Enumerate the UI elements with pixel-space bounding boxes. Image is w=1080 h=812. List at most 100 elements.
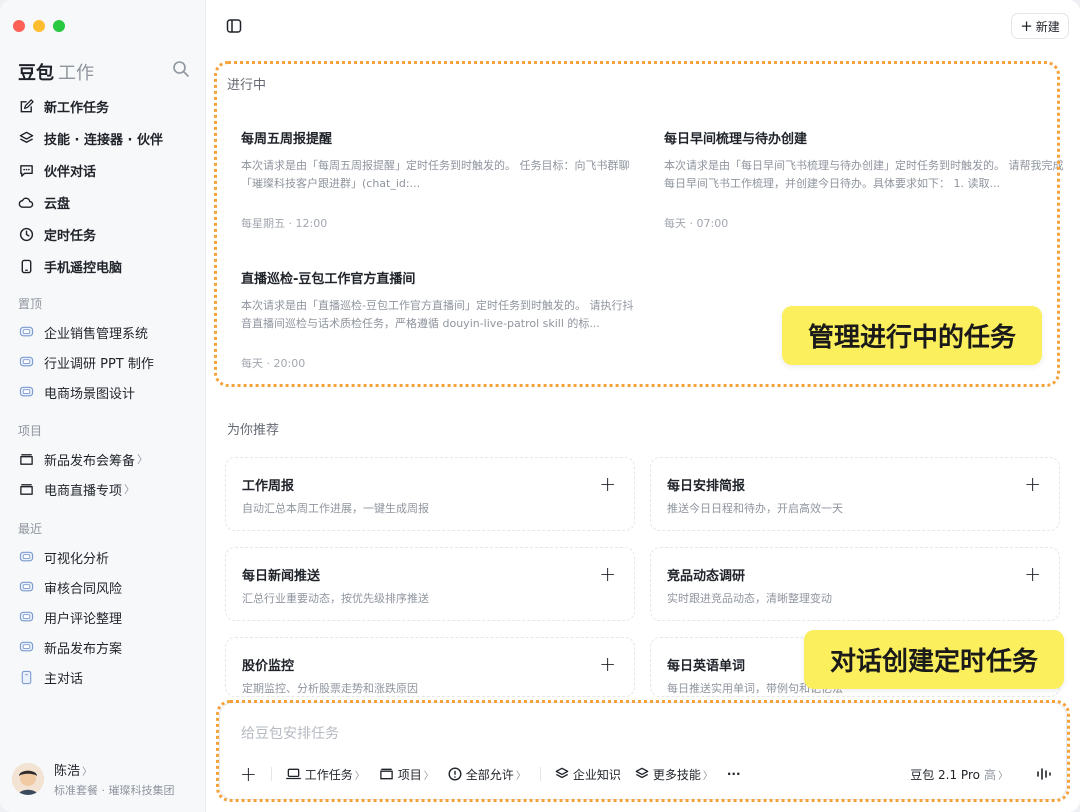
card-title: 每日安排简报 — [667, 479, 746, 494]
recommend-card[interactable]: 每日安排简报 推送今日日程和待办，开启高效一天 + — [650, 457, 1060, 531]
nav-label: 伙伴对话 — [44, 164, 97, 180]
edit-icon — [18, 98, 34, 114]
nav-phone-remote[interactable]: 手机遥控电脑 — [10, 250, 196, 282]
recent-item[interactable]: 用户评论整理 — [10, 602, 196, 632]
recent-list: 可视化分析 审核合同风险 用户评论整理 新品发布方案 主对话 — [10, 542, 196, 692]
app-window: 豆包 工作 新工作任务 技能 · 连接器 · 伙伴 伙伴对话 云盘 定时任务 手… — [0, 0, 1080, 812]
card-title: 竞品动态调研 — [667, 569, 746, 584]
layers-icon — [18, 130, 34, 146]
new-button[interactable]: + 新建 — [1011, 13, 1069, 39]
pinned-item[interactable]: 电商场景图设计 — [10, 377, 196, 407]
item-label: 企业销售管理系统 — [44, 326, 149, 342]
primary-nav: 新工作任务 技能 · 连接器 · 伙伴 伙伴对话 云盘 定时任务 手机遥控电脑 — [10, 90, 196, 282]
card-desc: 推送今日日程和待办，开启高效一天 — [667, 502, 843, 515]
folder-icon — [18, 481, 34, 497]
nav-label: 云盘 — [44, 196, 71, 212]
projects-list: 新品发布会筹备〉 电商直播专项〉 — [10, 444, 196, 504]
add-icon[interactable]: + — [599, 562, 616, 586]
chevron-right-icon: 〉 — [137, 453, 149, 466]
item-label: 主对话 — [44, 671, 84, 687]
cloud-icon — [18, 194, 34, 210]
nav-skills[interactable]: 技能 · 连接器 · 伙伴 — [10, 122, 196, 154]
chat-bubble-icon — [18, 324, 34, 340]
scheduled-task-callout: 对话创建定时任务 — [804, 630, 1064, 689]
chat-bubble-icon — [18, 549, 34, 565]
pinned-item[interactable]: 企业销售管理系统 — [10, 317, 196, 347]
project-item[interactable]: 电商直播专项〉 — [10, 474, 196, 504]
zoom-window-button[interactable] — [53, 20, 65, 32]
nav-scheduled-tasks[interactable]: 定时任务 — [10, 218, 196, 250]
recent-section-title: 最近 — [18, 522, 43, 536]
chat-bubble-icon — [18, 639, 34, 655]
main-panel: + 新建 进行中 每周五周报提醒 本次请求是由「每周五周报提醒」定时任务到时触发的… — [206, 0, 1080, 812]
add-icon[interactable]: + — [1024, 472, 1041, 496]
item-label: 可视化分析 — [44, 551, 110, 567]
projects-section-title: 项目 — [18, 424, 43, 438]
add-icon[interactable]: + — [599, 652, 616, 676]
item-label: 新品发布方案 — [44, 641, 123, 657]
card-desc: 定期监控、分析股票走势和涨跌原因 — [242, 682, 418, 695]
close-window-button[interactable] — [13, 20, 25, 32]
project-item[interactable]: 新品发布会筹备〉 — [10, 444, 196, 474]
nav-partner-chat[interactable]: 伙伴对话 — [10, 154, 196, 186]
user-info: 陈浩〉 标准套餐 · 璀璨科技集团 — [54, 760, 175, 798]
user-name-text: 陈浩 — [54, 764, 81, 779]
card-title: 每日英语单词 — [667, 659, 746, 674]
recent-item[interactable]: 可视化分析 — [10, 542, 196, 572]
recent-item[interactable]: 主对话 — [10, 662, 196, 692]
recent-item[interactable]: 审核合同风险 — [10, 572, 196, 602]
user-name: 陈浩〉 — [54, 760, 175, 779]
add-icon[interactable]: + — [599, 472, 616, 496]
item-label: 新品发布会筹备 — [44, 453, 136, 469]
plus-icon: + — [1020, 16, 1033, 35]
phone-chat-icon — [18, 669, 34, 685]
chat-bubble-icon — [18, 354, 34, 370]
item-label: 审核合同风险 — [44, 581, 123, 597]
chevron-right-icon: 〉 — [82, 767, 93, 778]
new-button-label: 新建 — [1035, 19, 1060, 34]
window-controls — [13, 20, 65, 32]
pinned-list: 企业销售管理系统 行业调研 PPT 制作 电商场景图设计 — [10, 317, 196, 407]
recommend-card[interactable]: 工作周报 自动汇总本周工作进展，一键生成周报 + — [225, 457, 635, 531]
in-progress-callout: 管理进行中的任务 — [782, 306, 1042, 365]
folder-icon — [18, 451, 34, 467]
card-title: 工作周报 — [242, 479, 295, 494]
sidebar: 豆包 工作 新工作任务 技能 · 连接器 · 伙伴 伙伴对话 云盘 定时任务 手… — [0, 0, 206, 812]
phone-icon — [18, 258, 34, 274]
add-icon[interactable]: + — [1024, 562, 1041, 586]
item-label: 行业调研 PPT 制作 — [44, 356, 154, 372]
app-brand: 豆包 工作 — [18, 59, 94, 85]
sidebar-toggle-icon[interactable] — [226, 18, 242, 34]
nav-label: 新工作任务 — [44, 100, 110, 116]
item-label: 电商场景图设计 — [44, 386, 136, 402]
search-icon[interactable] — [172, 60, 192, 80]
clock-icon — [18, 226, 34, 242]
card-desc: 自动汇总本周工作进展，一键生成周报 — [242, 502, 429, 515]
card-title: 股价监控 — [242, 659, 295, 674]
chevron-right-icon: 〉 — [124, 483, 136, 496]
user-profile[interactable]: 陈浩〉 标准套餐 · 璀璨科技集团 — [12, 760, 175, 798]
avatar — [12, 763, 44, 795]
minimize-window-button[interactable] — [33, 20, 45, 32]
chat-bubble-icon — [18, 609, 34, 625]
composer-highlight — [216, 700, 1070, 802]
pinned-section-title: 置顶 — [18, 297, 43, 311]
recommend-card[interactable]: 竞品动态调研 实时跟进竞品动态，清晰整理变动 + — [650, 547, 1060, 621]
recommend-card[interactable]: 每日新闻推送 汇总行业重要动态，按优先级排序推送 + — [225, 547, 635, 621]
pinned-item[interactable]: 行业调研 PPT 制作 — [10, 347, 196, 377]
recommend-title: 为你推荐 — [227, 423, 280, 438]
nav-cloud-drive[interactable]: 云盘 — [10, 186, 196, 218]
recommend-card[interactable]: 股价监控 定期监控、分析股票走势和涨跌原因 + — [225, 637, 635, 697]
chat-bubble-icon — [18, 384, 34, 400]
recent-item[interactable]: 新品发布方案 — [10, 632, 196, 662]
brand-name: 豆包 — [18, 63, 54, 84]
brand-sub: 工作 — [58, 63, 94, 84]
item-label: 电商直播专项 — [44, 483, 123, 499]
item-label: 用户评论整理 — [44, 611, 123, 627]
nav-new-task[interactable]: 新工作任务 — [10, 90, 196, 122]
card-desc: 实时跟进竞品动态，清晰整理变动 — [667, 592, 832, 605]
chat-bubble-icon — [18, 579, 34, 595]
chat-icon — [18, 162, 34, 178]
card-desc: 汇总行业重要动态，按优先级排序推送 — [242, 592, 429, 605]
user-plan: 标准套餐 · 璀璨科技集团 — [54, 784, 175, 797]
